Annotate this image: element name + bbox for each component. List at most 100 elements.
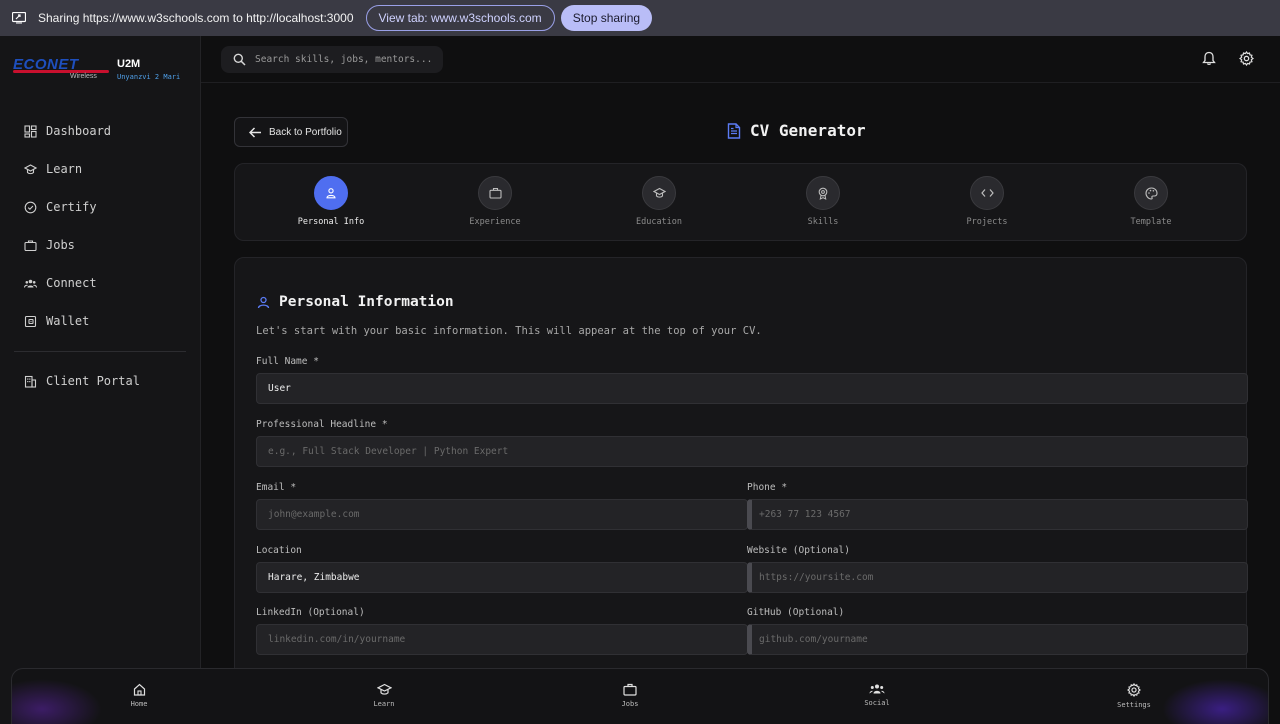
page-title: CV Generator [727,121,866,140]
bottom-nav-label: Home [130,700,148,708]
step-label: Projects [966,217,1008,227]
share-status-text: Sharing https://www.w3schools.com to htt… [38,11,354,25]
website-label: Website (Optional) [747,545,850,556]
sidebar-item-label: Dashboard [46,124,112,138]
step-circle [478,176,512,210]
home-icon [133,683,145,696]
notification-bell-icon[interactable] [1202,51,1216,66]
bottom-nav-label: Learn [373,700,395,708]
bottom-nav-social[interactable]: Social [842,683,912,707]
email-label: Email * [256,482,297,493]
palette-icon [1144,186,1158,200]
sidebar-item-wallet[interactable]: Wallet [14,302,186,340]
app-tagline: Unyanzvi 2 Mari [117,73,181,81]
email-field[interactable] [256,499,748,530]
step-experience[interactable]: Experience [435,176,555,227]
main-content: Back to Portfolio CV Generator Personal … [201,83,1280,724]
step-circle [970,176,1004,210]
sidebar-item-learn[interactable]: Learn [14,150,186,188]
users-icon [24,279,37,288]
linkedin-label: LinkedIn (Optional) [256,607,365,618]
document-icon [727,122,741,139]
full-name-input[interactable] [268,383,1247,394]
bottom-nav-label: Settings [1117,701,1151,709]
github-label: GitHub (Optional) [747,607,845,618]
sidebar-item-connect[interactable]: Connect [14,264,186,302]
step-label: Template [1130,217,1172,227]
user-icon [326,188,336,199]
sidebar-item-jobs[interactable]: Jobs [14,226,186,264]
graduation-cap-icon [376,683,392,695]
step-label: Skills [807,217,839,227]
sidebar-nav: Dashboard Learn Certify Jobs Connect Wal… [14,112,186,340]
bottom-nav-learn[interactable]: Learn [349,683,419,708]
step-personal-info[interactable]: Personal Info [271,176,391,227]
arrow-left-icon [249,126,261,138]
view-tab-button[interactable]: View tab: www.w3schools.com [365,5,555,31]
logo[interactable]: ECONET Wireless U2M Unyanzvi 2 Mari [13,56,193,84]
step-education[interactable]: Education [599,176,719,227]
phone-label: Phone * [747,482,788,493]
email-input[interactable] [268,509,747,520]
github-input[interactable] [759,634,1247,645]
graduation-cap-icon [24,163,37,174]
back-button-label: Back to Portfolio [269,126,342,138]
sidebar-divider [14,351,186,352]
location-label: Location [256,545,302,556]
sidebar: ECONET Wireless U2M Unyanzvi 2 Mari Dash… [0,36,201,724]
step-template[interactable]: Template [1091,176,1211,227]
sidebar-item-label: Wallet [46,314,90,328]
step-projects[interactable]: Projects [927,176,1047,227]
bottom-nav: Home Learn Jobs Social Settings [11,668,1269,724]
section-heading-text: Personal Information [279,294,454,310]
step-label: Experience [469,217,521,227]
sidebar-item-dashboard[interactable]: Dashboard [14,112,186,150]
bottom-nav-settings[interactable]: Settings [1099,683,1169,709]
briefcase-icon [488,187,502,199]
code-icon [980,189,994,197]
sidebar-item-label: Client Portal [46,374,140,388]
users-icon [869,684,885,694]
website-field[interactable] [747,562,1248,593]
step-circle [314,176,348,210]
step-label: Education [635,217,683,227]
linkedin-input[interactable] [268,634,747,645]
step-label: Personal Info [297,217,365,227]
decorative-glow [1162,679,1268,724]
headline-field[interactable] [256,436,1248,467]
search-box[interactable] [221,46,443,73]
gear-icon[interactable] [1239,51,1254,66]
phone-field[interactable] [747,499,1248,530]
sidebar-item-label: Certify [46,200,97,214]
personal-info-card: Personal Information Let's start with yo… [234,257,1248,724]
location-input[interactable] [268,572,747,583]
location-field[interactable] [256,562,748,593]
cv-stepper: Personal Info Experience Education Skill… [234,163,1247,241]
bottom-nav-label: Jobs [621,700,639,708]
full-name-field[interactable] [256,373,1248,404]
headline-input[interactable] [268,446,1247,457]
sidebar-item-client-portal[interactable]: Client Portal [14,362,186,400]
back-to-portfolio-button[interactable]: Back to Portfolio [234,117,348,147]
dashboard-icon [24,124,37,138]
search-input[interactable] [255,54,435,65]
screen-share-icon [12,12,26,24]
phone-input[interactable] [759,509,1247,520]
sidebar-item-label: Jobs [46,238,75,252]
badge-check-icon [24,201,37,213]
sidebar-item-label: Learn [46,162,83,176]
search-icon [233,53,246,66]
bottom-nav-jobs[interactable]: Jobs [595,683,665,708]
sidebar-item-certify[interactable]: Certify [14,188,186,226]
bottom-nav-home[interactable]: Home [104,683,174,708]
building-icon [24,375,37,388]
stop-sharing-button[interactable]: Stop sharing [560,5,653,31]
github-field[interactable] [747,624,1248,655]
linkedin-field[interactable] [256,624,748,655]
logo-wireless-text: Wireless [70,73,97,80]
gear-icon [1127,683,1141,697]
section-heading: Personal Information [257,294,454,310]
website-input[interactable] [759,572,1247,583]
step-skills[interactable]: Skills [763,176,883,227]
sidebar-item-label: Connect [46,276,97,290]
